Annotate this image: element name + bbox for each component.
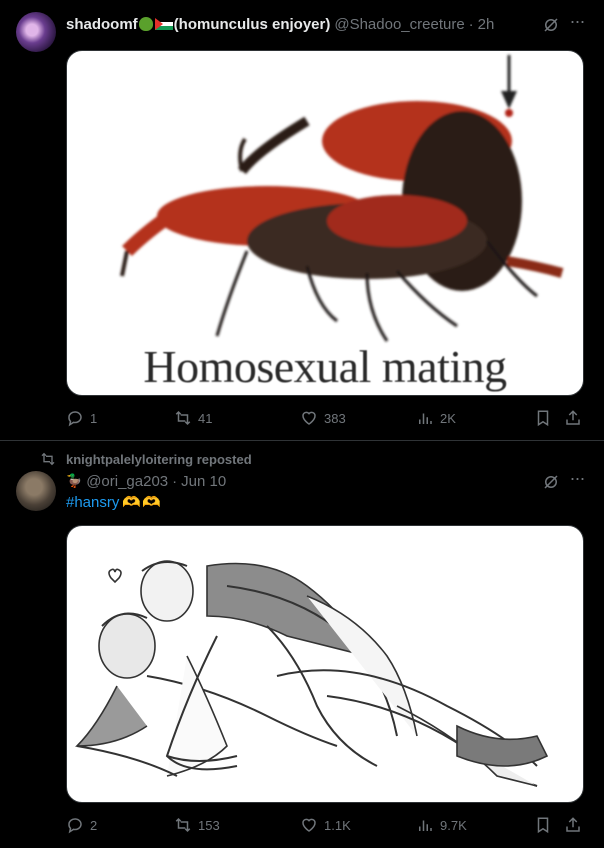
views-button[interactable]: 2K (416, 408, 456, 428)
tweet-image[interactable]: Homosexual mating (66, 50, 584, 396)
reply-button[interactable]: 1 (66, 408, 97, 428)
repost-icon (175, 410, 191, 426)
author-handle[interactable]: @ori_ga203 (86, 473, 168, 490)
action-bar: 2 153 1.1K 9.7K (66, 815, 588, 835)
duck-emoji-icon: 🦆 (66, 473, 83, 488)
bookmark-icon (537, 410, 549, 427)
bookmark-button[interactable] (534, 815, 558, 835)
separator: · (468, 15, 474, 33)
reply-button[interactable]: 2 (66, 815, 97, 835)
view-count: 9.7K (440, 817, 467, 833)
repost-icon (41, 452, 55, 466)
bookmark-button[interactable] (534, 408, 558, 428)
repost-label: knightpalelyloitering reposted (66, 451, 252, 467)
tweet[interactable]: shadoomf (homunculus enjoyer) @Shadoo_cr… (0, 0, 604, 440)
tweet-image[interactable] (66, 525, 584, 803)
heart-icon (302, 411, 316, 425)
repost-button[interactable]: 41 (174, 408, 212, 428)
more-icon[interactable]: ··· (568, 12, 586, 34)
repost-indicator[interactable]: knightpalelyloitering reposted (40, 450, 252, 468)
more-icon[interactable]: ··· (568, 469, 586, 491)
like-count: 383 (324, 410, 346, 426)
palestine-flag-icon (154, 18, 173, 30)
reply-count: 2 (90, 817, 98, 833)
share-button[interactable] (564, 815, 588, 835)
beetle-emoji-icon (138, 17, 153, 31)
views-button[interactable]: 9.7K (416, 815, 467, 835)
views-icon (419, 820, 432, 831)
share-button[interactable] (564, 408, 588, 428)
views-icon (419, 413, 432, 424)
tweet-header: shadoomf (homunculus enjoyer) @Shadoo_cr… (66, 14, 494, 34)
repost-count: 41 (198, 410, 213, 426)
heart-icon (302, 818, 316, 832)
hashtag-link[interactable]: #hansry (66, 494, 119, 511)
grok-icon[interactable] (542, 473, 560, 491)
image-caption: Homosexual mating (143, 341, 507, 392)
repost-button[interactable]: 153 (174, 815, 220, 835)
like-count: 1.1K (324, 817, 351, 833)
illustration-image (75, 560, 549, 787)
author-name-suffix[interactable]: (homunculus enjoyer) (174, 16, 331, 33)
author-name[interactable]: shadoomf (66, 16, 138, 33)
like-button[interactable]: 1.1K (300, 815, 351, 835)
avatar[interactable] (16, 12, 56, 52)
action-bar: 1 41 383 2K (66, 408, 588, 428)
bookmark-icon (537, 817, 549, 834)
tweet[interactable]: knightpalelyloitering reposted 🦆 @ori_ga… (0, 440, 604, 848)
reply-icon (68, 818, 82, 834)
heart-hands-emoji: 🫶🫶 (122, 494, 162, 511)
share-icon (566, 817, 580, 832)
timestamp[interactable]: Jun 10 (181, 473, 226, 490)
tweet-text: #hansry 🫶🫶 (66, 493, 162, 511)
like-button[interactable]: 383 (300, 408, 346, 428)
timestamp[interactable]: 2h (478, 16, 495, 33)
repost-count: 153 (198, 817, 220, 833)
separator: · (172, 472, 178, 490)
grok-icon[interactable] (542, 16, 560, 34)
reply-icon (68, 411, 82, 427)
reply-count: 1 (90, 410, 98, 426)
repost-icon (175, 817, 191, 833)
tweet-header: 🦆 @ori_ga203 · Jun 10 (66, 471, 226, 491)
avatar[interactable] (16, 471, 56, 511)
author-handle[interactable]: @Shadoo_creeture (334, 16, 464, 33)
share-icon (566, 410, 580, 425)
view-count: 2K (440, 410, 456, 426)
